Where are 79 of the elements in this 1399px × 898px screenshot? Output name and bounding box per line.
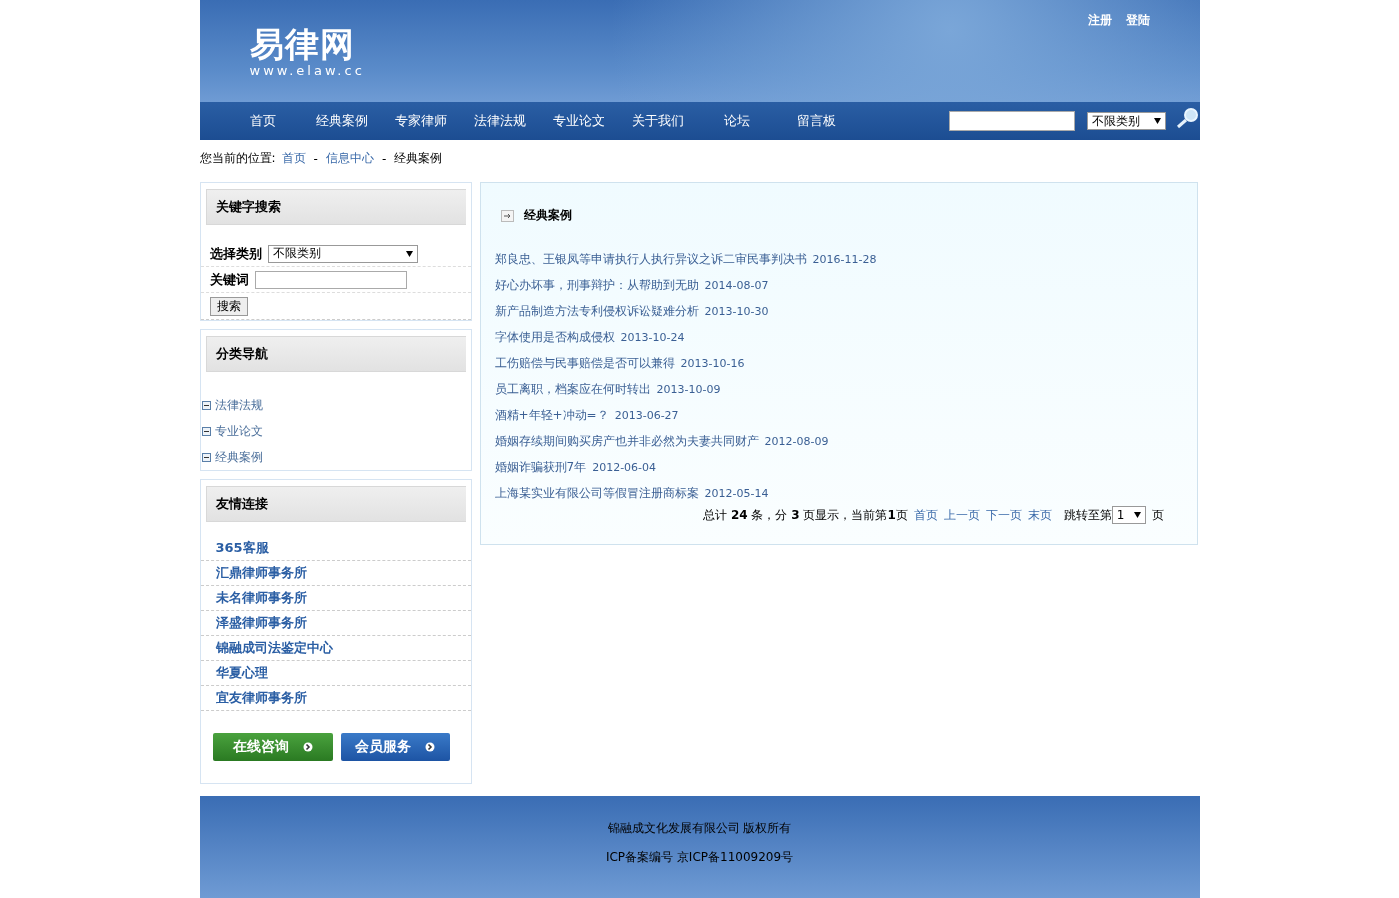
caret-icon [1153, 118, 1161, 124]
caret-icon [405, 250, 413, 257]
pagination-summary: 总计 24 条，分 3 页显示，当前第1页 [703, 506, 908, 524]
collapse-icon[interactable] [201, 426, 211, 436]
pagination-link[interactable]: 末页 [1027, 506, 1052, 524]
friend-link[interactable]: 宜友律师事务所 [215, 689, 307, 707]
friend-link[interactable]: 锦融成司法鉴定中心 [215, 639, 333, 657]
breadcrumb-link[interactable]: 首页 [281, 150, 306, 167]
keyword-field[interactable] [254, 270, 407, 289]
breadcrumb-label: 您当前的位置: [199, 150, 276, 167]
friend-link[interactable]: 未名律师事务所 [215, 589, 307, 607]
pagination-link[interactable]: 首页 [913, 506, 938, 524]
article-link[interactable]: 郑良忠、王银凤等申请执行人执行异议之诉二审民事判决书 [494, 250, 807, 268]
nav-item[interactable]: 首页 [223, 112, 303, 130]
service-button[interactable]: 在线咨询 [212, 733, 333, 761]
article-link[interactable]: 好心办坏事，刑事辩护：从帮助到无助 [494, 276, 699, 294]
category-link[interactable]: 法律法规 [214, 396, 263, 414]
caret-icon [1133, 512, 1141, 518]
page-suffix: 页 [1151, 506, 1164, 524]
article-link[interactable]: 婚姻存续期间购买房产也并非必然为夫妻共同财产 [494, 432, 759, 450]
panel-title: 关键字搜索 [205, 189, 466, 225]
article-link[interactable]: 新产品制造方法专利侵权诉讼疑难分析 [494, 302, 699, 320]
footer-text: ICP备案编号 京ICP备11009209号 [605, 849, 794, 866]
collapse-icon[interactable] [201, 452, 211, 462]
breadcrumb-separator: - [381, 151, 387, 166]
article-date: 2012-08-09 [764, 434, 829, 448]
pagination-link[interactable]: 下一页 [985, 506, 1022, 524]
section-title: 经典案例 [523, 207, 572, 224]
jump-label: 跳转至第 [1063, 506, 1112, 524]
breadcrumb-current: 经典案例 [394, 150, 443, 167]
nav-item[interactable]: 专家律师 [381, 112, 461, 130]
category-link[interactable]: 专业论文 [214, 422, 263, 440]
category-select[interactable]: 不限类别 [267, 244, 418, 263]
header-link[interactable]: 登陆 [1125, 12, 1150, 29]
article-date: 2013-10-16 [680, 356, 745, 370]
article-link[interactable]: 工伤赔偿与民事赔偿是否可以兼得 [494, 354, 675, 372]
pagination-link[interactable]: 上一页 [943, 506, 980, 524]
friend-link[interactable]: 华夏心理 [215, 664, 268, 682]
field-label: 关键词 [209, 270, 249, 289]
article-link[interactable]: 酒精+年轻+冲动=？ [494, 406, 609, 424]
search-field[interactable] [948, 111, 1075, 131]
article-link[interactable]: 上海某实业有限公司等假冒注册商标案 [494, 484, 699, 502]
article-date: 2012-05-14 [704, 486, 769, 500]
nav-item[interactable]: 专业论文 [539, 112, 619, 130]
article-date: 2013-10-30 [704, 304, 769, 318]
arrow-circle-icon [302, 742, 313, 752]
site-logo[interactable]: 易律网 [249, 24, 365, 64]
nav-item[interactable]: 经典案例 [302, 112, 382, 130]
nav-item[interactable]: 论坛 [697, 112, 777, 130]
panel-title: 分类导航 [205, 336, 466, 372]
category-link[interactable]: 经典案例 [214, 448, 263, 466]
article-date: 2014-08-07 [704, 278, 769, 292]
page-select[interactable]: 1 [1111, 506, 1146, 524]
friend-link[interactable]: 汇鼎律师事务所 [215, 564, 307, 582]
nav-item[interactable]: 法律法规 [460, 112, 540, 130]
article-date: 2012-06-04 [592, 460, 657, 474]
search-button[interactable]: 搜索 [209, 296, 248, 316]
search-icon[interactable] [1175, 107, 1200, 129]
nav-item[interactable]: 留言板 [776, 112, 856, 130]
category-select[interactable]: 不限类别 [1086, 112, 1166, 130]
article-link[interactable]: 员工离职，档案应在何时转出 [494, 380, 651, 398]
service-button[interactable]: 会员服务 [340, 733, 450, 761]
friend-link[interactable]: 365客服 [215, 539, 269, 557]
nav-item[interactable]: 关于我们 [618, 112, 698, 130]
arrow-circle-icon [425, 742, 435, 752]
article-date: 2013-06-27 [614, 408, 679, 422]
article-link[interactable]: 字体使用是否构成侵权 [494, 328, 615, 346]
article-link[interactable]: 婚姻诈骗获刑7年 [494, 458, 587, 476]
article-date: 2013-10-24 [620, 330, 685, 344]
panel-title: 友情连接 [205, 486, 466, 522]
breadcrumb-separator: - [313, 151, 318, 166]
footer-text: 锦融成文化发展有限公司 版权所有 [607, 820, 792, 837]
field-label: 选择类别 [209, 244, 262, 263]
article-date: 2013-10-09 [656, 382, 721, 396]
friend-link[interactable]: 泽盛律师事务所 [215, 614, 307, 632]
breadcrumb-link[interactable]: 信息中心 [325, 150, 374, 167]
site-url: www.elaw.cc [249, 64, 365, 78]
article-date: 2016-11-28 [812, 252, 877, 266]
collapse-icon[interactable] [201, 400, 211, 410]
